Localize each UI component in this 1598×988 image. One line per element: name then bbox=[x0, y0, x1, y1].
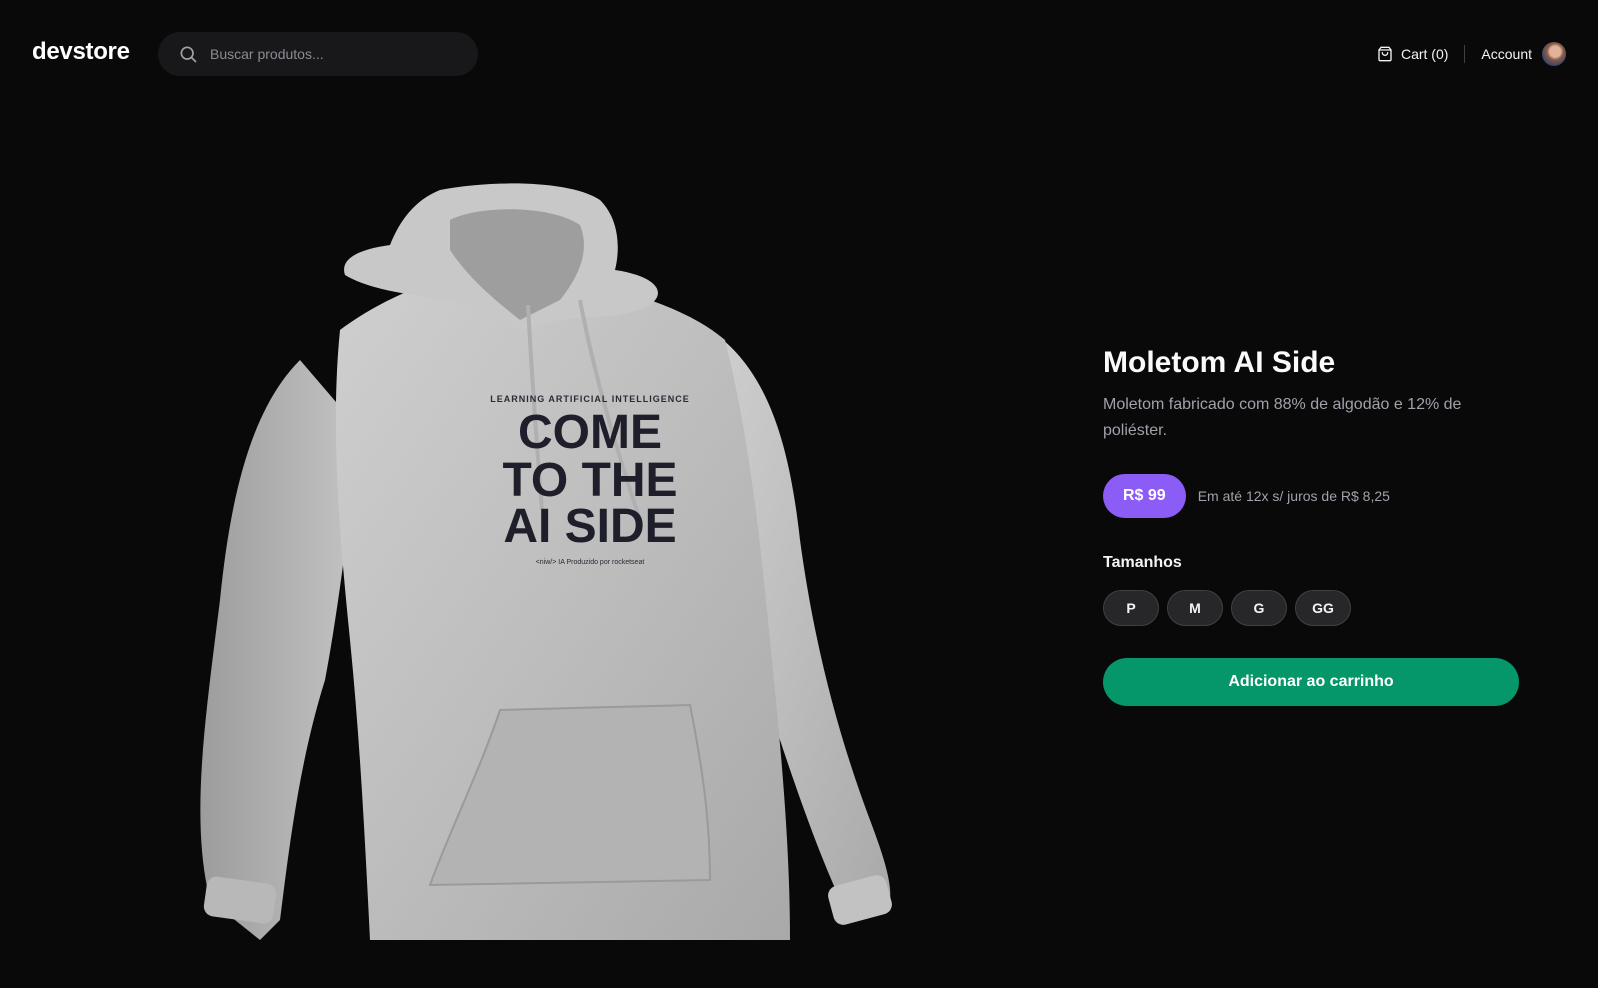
print-top-text: LEARNING ARTIFICIAL INTELLIGENCE bbox=[490, 394, 690, 404]
search-icon bbox=[180, 46, 197, 63]
cart-label: Cart (0) bbox=[1400, 46, 1449, 62]
print-line3: AI SIDE bbox=[503, 500, 676, 553]
account-link[interactable]: Account bbox=[1481, 42, 1566, 66]
product-description: Moletom fabricado com 88% de algodão e 1… bbox=[1103, 396, 1462, 439]
size-button-p[interactable]: P bbox=[1103, 590, 1159, 626]
size-options: P M G GG bbox=[1103, 590, 1523, 626]
size-button-gg[interactable]: GG bbox=[1295, 590, 1351, 626]
shopping-bag-icon bbox=[1378, 46, 1392, 62]
price-badge: R$ 99 bbox=[1103, 474, 1186, 518]
size-button-g[interactable]: G bbox=[1231, 590, 1287, 626]
account-label: Account bbox=[1481, 46, 1532, 62]
price-row: R$ 99 Em até 12x s/ juros de R$ 8,25 bbox=[1103, 474, 1523, 518]
hoodie-illustration: LEARNING ARTIFICIAL INTELLIGENCE COME TO… bbox=[200, 183, 892, 940]
nav-divider bbox=[1464, 45, 1466, 63]
size-button-m[interactable]: M bbox=[1167, 590, 1223, 626]
product-title: Moletom AI Side bbox=[1103, 346, 1336, 379]
site-header: devstore Cart (0) Account bbox=[0, 0, 1598, 108]
print-line1: COME bbox=[518, 406, 662, 459]
product-image: LEARNING ARTIFICIAL INTELLIGENCE COME TO… bbox=[150, 180, 930, 956]
header-nav: Cart (0) Account bbox=[1377, 40, 1566, 68]
avatar[interactable] bbox=[1542, 42, 1566, 66]
sizes-label: Tamanhos bbox=[1103, 554, 1182, 571]
add-to-cart-button[interactable]: Adicionar ao carrinho bbox=[1103, 658, 1519, 706]
installments-text: Em até 12x s/ juros de R$ 8,25 bbox=[1197, 488, 1390, 504]
store-logo[interactable]: devstore bbox=[32, 38, 130, 66]
cart-link[interactable]: Cart (0) bbox=[1377, 46, 1448, 62]
search-input[interactable] bbox=[210, 46, 450, 62]
search-bar[interactable] bbox=[158, 32, 478, 76]
product-details: Moletom AI Side Moletom fabricado com 88… bbox=[1103, 344, 1523, 706]
print-footer: <niw/> IA Produzido por rocketseat bbox=[536, 559, 645, 566]
